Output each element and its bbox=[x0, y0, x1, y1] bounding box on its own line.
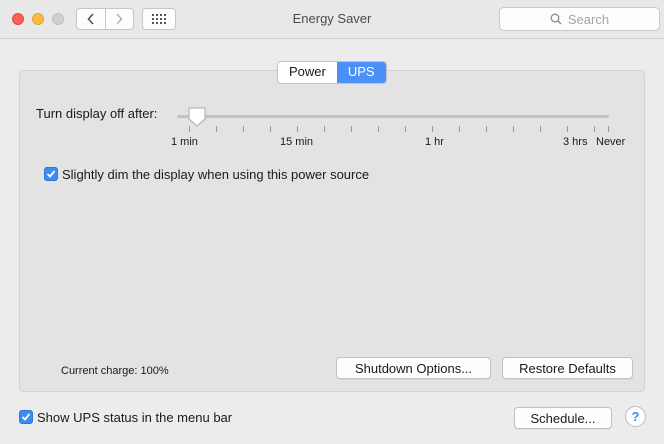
slider-tick bbox=[324, 126, 325, 132]
dim-display-label: Slightly dim the display when using this… bbox=[62, 167, 370, 182]
show-ups-status-checkbox[interactable] bbox=[19, 410, 33, 424]
title-bar: Energy Saver Search bbox=[0, 0, 664, 39]
slider-tick bbox=[486, 126, 487, 132]
slider-tick bbox=[297, 126, 298, 132]
slider-tick bbox=[513, 126, 514, 132]
slider-tick bbox=[594, 126, 595, 132]
tab-power[interactable]: Power bbox=[278, 62, 337, 83]
current-charge-text: Current charge: 100% bbox=[61, 365, 169, 377]
help-button[interactable]: ? bbox=[625, 406, 646, 427]
tick-label-1hr: 1 hr bbox=[425, 136, 444, 148]
display-sleep-slider-track[interactable] bbox=[177, 115, 609, 118]
slider-tick bbox=[608, 126, 609, 132]
search-icon bbox=[550, 13, 562, 25]
tick-label-3hrs: 3 hrs bbox=[563, 136, 588, 148]
slider-tick bbox=[567, 126, 568, 132]
tick-label-never: Never bbox=[596, 136, 626, 148]
slider-tick bbox=[216, 126, 217, 132]
checkmark-icon bbox=[21, 413, 31, 421]
tick-label-15min: 15 min bbox=[280, 136, 314, 148]
slider-tick bbox=[351, 126, 352, 132]
search-field[interactable]: Search bbox=[499, 7, 660, 31]
slider-tick bbox=[270, 126, 271, 132]
shutdown-options-button[interactable]: Shutdown Options... bbox=[336, 357, 491, 379]
checkmark-icon bbox=[46, 170, 56, 178]
slider-tick bbox=[459, 126, 460, 132]
show-ups-status-label: Show UPS status in the menu bar bbox=[37, 410, 233, 425]
tab-ups[interactable]: UPS bbox=[336, 62, 386, 83]
dim-display-checkbox[interactable] bbox=[44, 167, 58, 181]
slider-tick bbox=[243, 126, 244, 132]
schedule-button[interactable]: Schedule... bbox=[514, 407, 612, 429]
slider-tick bbox=[432, 126, 433, 132]
slider-tick bbox=[540, 126, 541, 132]
slider-tick bbox=[378, 126, 379, 132]
tick-label-1min: 1 min bbox=[171, 136, 198, 148]
slider-thumb[interactable] bbox=[187, 106, 207, 128]
slider-tick bbox=[405, 126, 406, 132]
search-placeholder: Search bbox=[567, 11, 610, 27]
display-sleep-label: Turn display off after: bbox=[36, 106, 158, 121]
power-source-tabs: Power UPS bbox=[277, 61, 387, 84]
restore-defaults-button[interactable]: Restore Defaults bbox=[502, 357, 633, 379]
